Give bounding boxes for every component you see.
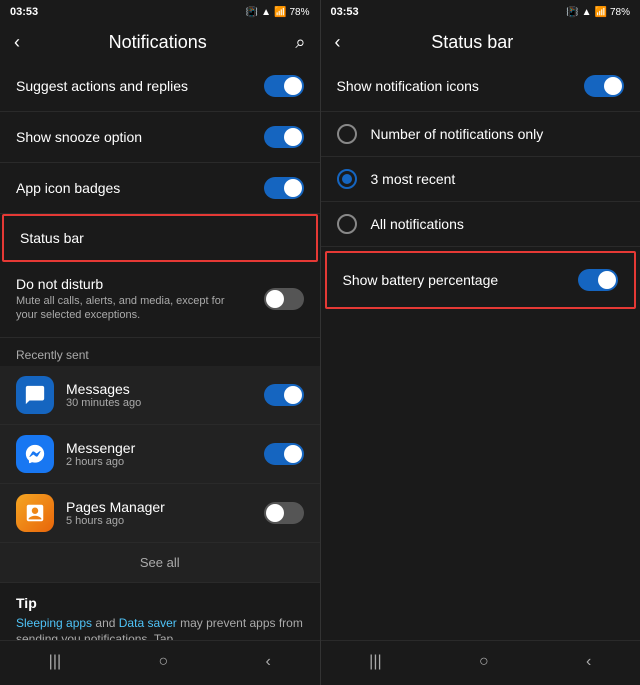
right-status-bar: 03:53 📳 ▲ 📶 78% <box>321 0 640 24</box>
pages-app-time: 5 hours ago <box>66 515 264 527</box>
dnd-toggle[interactable] <box>264 288 304 310</box>
status-bar-item[interactable]: Status bar <box>2 214 318 262</box>
sim-icon: 📳 <box>246 7 258 18</box>
all-notif-item[interactable]: All notifications <box>321 202 640 247</box>
right-status-icons: 📳 ▲ 📶 78% <box>566 7 630 18</box>
show-battery-label: Show battery percentage <box>343 272 499 288</box>
show-snooze-item[interactable]: Show snooze option <box>0 112 320 163</box>
pages-app-name: Pages Manager <box>66 499 264 515</box>
right-nav-home[interactable]: ○ <box>459 649 509 675</box>
messenger-toggle[interactable] <box>264 443 304 465</box>
left-status-bar: 03:53 📳 ▲ 📶 78% <box>0 0 320 24</box>
app-badges-toggle[interactable] <box>264 177 304 199</box>
left-search-button[interactable]: ⌕ <box>295 32 305 53</box>
show-battery-toggle[interactable] <box>578 269 618 291</box>
left-page-title: Notifications <box>109 32 207 53</box>
three-recent-label: 3 most recent <box>371 171 456 187</box>
show-snooze-label: Show snooze option <box>16 129 264 145</box>
right-bottom-nav: ||| ○ ‹ <box>321 640 640 685</box>
messages-app-name: Messages <box>66 381 264 397</box>
recently-sent-label: Recently sent <box>0 338 320 366</box>
right-nav-recent[interactable]: ||| <box>349 649 401 675</box>
three-recent-item[interactable]: 3 most recent <box>321 157 640 202</box>
suggest-actions-toggle[interactable] <box>264 75 304 97</box>
notif-icons-item[interactable]: Show notification icons <box>321 61 640 112</box>
right-battery-text: 78% <box>610 7 630 18</box>
right-nav-back[interactable]: ‹ <box>566 649 611 675</box>
three-recent-radio[interactable] <box>337 169 357 189</box>
tip-section: Tip Sleeping apps and Data saver may pre… <box>0 583 320 640</box>
left-status-icons: 📳 ▲ 📶 78% <box>246 7 310 18</box>
left-bottom-nav: ||| ○ ‹ <box>0 640 320 685</box>
dnd-item[interactable]: Do not disturb Mute all calls, alerts, a… <box>0 262 320 338</box>
right-panel: 03:53 📳 ▲ 📶 78% ‹ Status bar Show notifi… <box>321 0 640 685</box>
messages-app-time: 30 minutes ago <box>66 397 264 409</box>
pages-icon <box>16 494 54 532</box>
sleeping-apps-link[interactable]: Sleeping apps <box>16 616 92 630</box>
messages-toggle[interactable] <box>264 384 304 406</box>
dnd-sub: Mute all calls, alerts, and media, excep… <box>16 294 236 323</box>
signal-icon: ▲ <box>261 7 271 18</box>
suggest-actions-label: Suggest actions and replies <box>16 78 264 94</box>
tip-text: Sleeping apps and Data saver may prevent… <box>16 615 304 640</box>
show-snooze-toggle[interactable] <box>264 126 304 148</box>
left-nav-home[interactable]: ○ <box>138 649 188 675</box>
right-signal-icon: ▲ <box>582 7 592 18</box>
see-all-button[interactable]: See all <box>0 543 320 583</box>
right-wifi-icon: 📶 <box>595 7 607 18</box>
messenger-app-item[interactable]: Messenger 2 hours ago <box>0 425 320 484</box>
right-time: 03:53 <box>331 6 359 18</box>
show-battery-item[interactable]: Show battery percentage <box>325 251 637 309</box>
left-top-nav: ‹ Notifications ⌕ <box>0 24 320 61</box>
messenger-app-name: Messenger <box>66 440 264 456</box>
app-badges-label: App icon badges <box>16 180 264 196</box>
messages-icon <box>16 376 54 414</box>
number-only-radio[interactable] <box>337 124 357 144</box>
messenger-app-time: 2 hours ago <box>66 456 264 468</box>
right-sim-icon: 📳 <box>566 7 578 18</box>
pages-app-item[interactable]: Pages Manager 5 hours ago <box>0 484 320 543</box>
app-badges-item[interactable]: App icon badges <box>0 163 320 214</box>
tip-and: and <box>92 616 119 630</box>
suggest-actions-item[interactable]: Suggest actions and replies <box>0 61 320 112</box>
left-time: 03:53 <box>10 6 38 18</box>
tip-title: Tip <box>16 595 304 611</box>
pages-toggle[interactable] <box>264 502 304 524</box>
right-back-button[interactable]: ‹ <box>335 32 341 53</box>
dnd-label: Do not disturb <box>16 276 264 292</box>
wifi-icon: 📶 <box>274 7 286 18</box>
left-panel: 03:53 📳 ▲ 📶 78% ‹ Notifications ⌕ Sugges… <box>0 0 320 685</box>
messenger-icon <box>16 435 54 473</box>
right-top-nav: ‹ Status bar <box>321 24 640 61</box>
right-settings-list: Show notification icons Number of notifi… <box>321 61 640 640</box>
number-only-label: Number of notifications only <box>371 126 544 142</box>
data-saver-link[interactable]: Data saver <box>119 616 177 630</box>
number-only-item[interactable]: Number of notifications only <box>321 112 640 157</box>
status-bar-label: Status bar <box>20 230 300 246</box>
left-back-button[interactable]: ‹ <box>14 32 20 53</box>
messages-app-item[interactable]: Messages 30 minutes ago <box>0 366 320 425</box>
battery-text: 78% <box>289 7 309 18</box>
left-settings-list: Suggest actions and replies Show snooze … <box>0 61 320 640</box>
left-nav-recent[interactable]: ||| <box>29 649 81 675</box>
notif-icons-toggle[interactable] <box>584 75 624 97</box>
right-page-title: Status bar <box>431 32 513 53</box>
all-notif-radio[interactable] <box>337 214 357 234</box>
all-notif-label: All notifications <box>371 216 464 232</box>
left-nav-back[interactable]: ‹ <box>246 649 291 675</box>
notif-icons-label: Show notification icons <box>337 78 585 94</box>
